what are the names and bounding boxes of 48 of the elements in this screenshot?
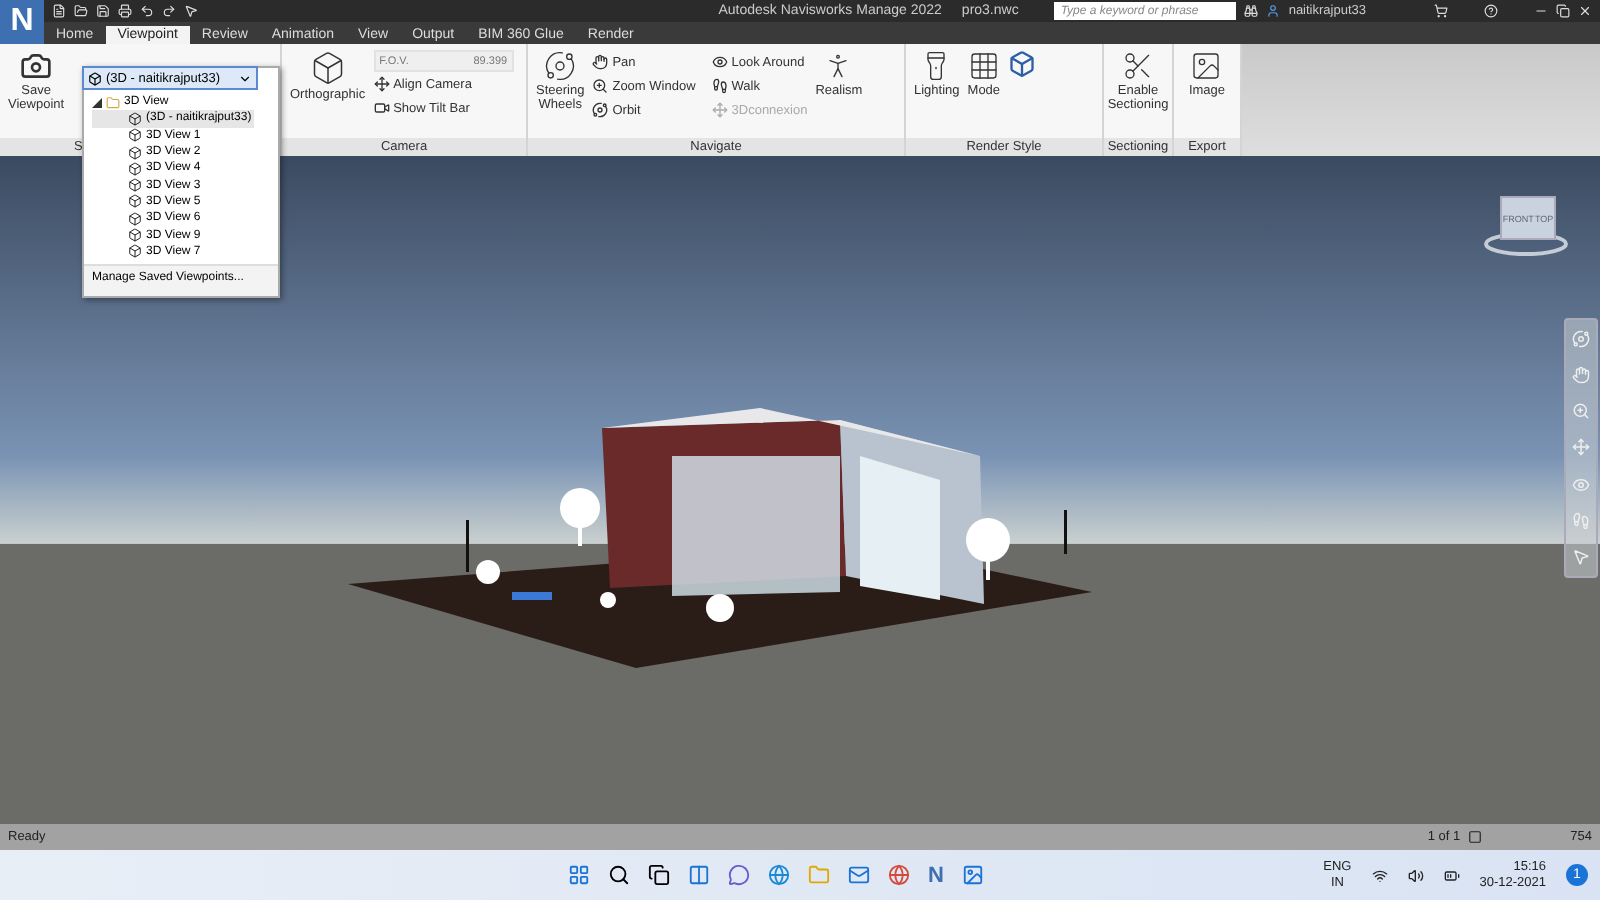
- view-icon: [88, 71, 102, 85]
- undo-icon[interactable]: [140, 4, 154, 18]
- cart-icon[interactable]: [1434, 4, 1448, 18]
- battery-icon[interactable]: [1443, 867, 1460, 883]
- app-logo[interactable]: N: [0, 0, 44, 44]
- caret-icon: [238, 71, 252, 85]
- expanded-caret-icon[interactable]: [92, 97, 102, 108]
- look-icon: [711, 54, 728, 70]
- wifi-icon[interactable]: [1371, 867, 1388, 883]
- start-icon[interactable]: [568, 864, 590, 886]
- help-icon[interactable]: [1484, 4, 1498, 18]
- widgets-icon[interactable]: [688, 864, 710, 886]
- grid-icon: [967, 50, 1000, 82]
- search-icon[interactable]: [608, 864, 630, 886]
- app-icon[interactable]: N: [928, 863, 944, 887]
- photos-icon[interactable]: [961, 864, 984, 886]
- connexion-icon: [711, 102, 728, 118]
- select-icon[interactable]: [184, 4, 198, 18]
- move-arrows-icon: [373, 76, 390, 92]
- camera-icon: [20, 50, 53, 82]
- walk-icon: [711, 78, 728, 94]
- browser-icon[interactable]: [888, 864, 910, 886]
- volume-icon[interactable]: [1407, 867, 1424, 883]
- restore-icon[interactable]: [1556, 4, 1570, 18]
- pan-icon: [592, 54, 609, 70]
- wheel-icon: [544, 50, 577, 82]
- browser-icon[interactable]: [768, 864, 790, 886]
- minimize-icon[interactable]: [1534, 4, 1548, 18]
- new-file-icon[interactable]: [52, 4, 66, 18]
- solid-view-icon[interactable]: [1008, 50, 1037, 78]
- open-folder-icon[interactable]: [74, 4, 88, 18]
- binoculars-icon[interactable]: [1244, 4, 1259, 18]
- task-view-icon[interactable]: [648, 864, 670, 886]
- user-icon: [1266, 4, 1281, 18]
- chat-icon[interactable]: [728, 864, 750, 886]
- cube-icon: [309, 50, 346, 86]
- camera-icon: [373, 100, 390, 116]
- scissors-icon: [1122, 50, 1154, 82]
- zoom-icon: [592, 78, 609, 94]
- close-icon[interactable]: [1578, 4, 1592, 18]
- folder-icon: [106, 95, 120, 110]
- mail-icon[interactable]: [848, 864, 870, 886]
- orbit-icon: [592, 102, 609, 118]
- print-icon[interactable]: [118, 4, 132, 18]
- image-icon: [1190, 50, 1223, 82]
- redo-icon[interactable]: [162, 4, 176, 18]
- save-icon[interactable]: [96, 4, 110, 18]
- window-icon: [1468, 830, 1483, 844]
